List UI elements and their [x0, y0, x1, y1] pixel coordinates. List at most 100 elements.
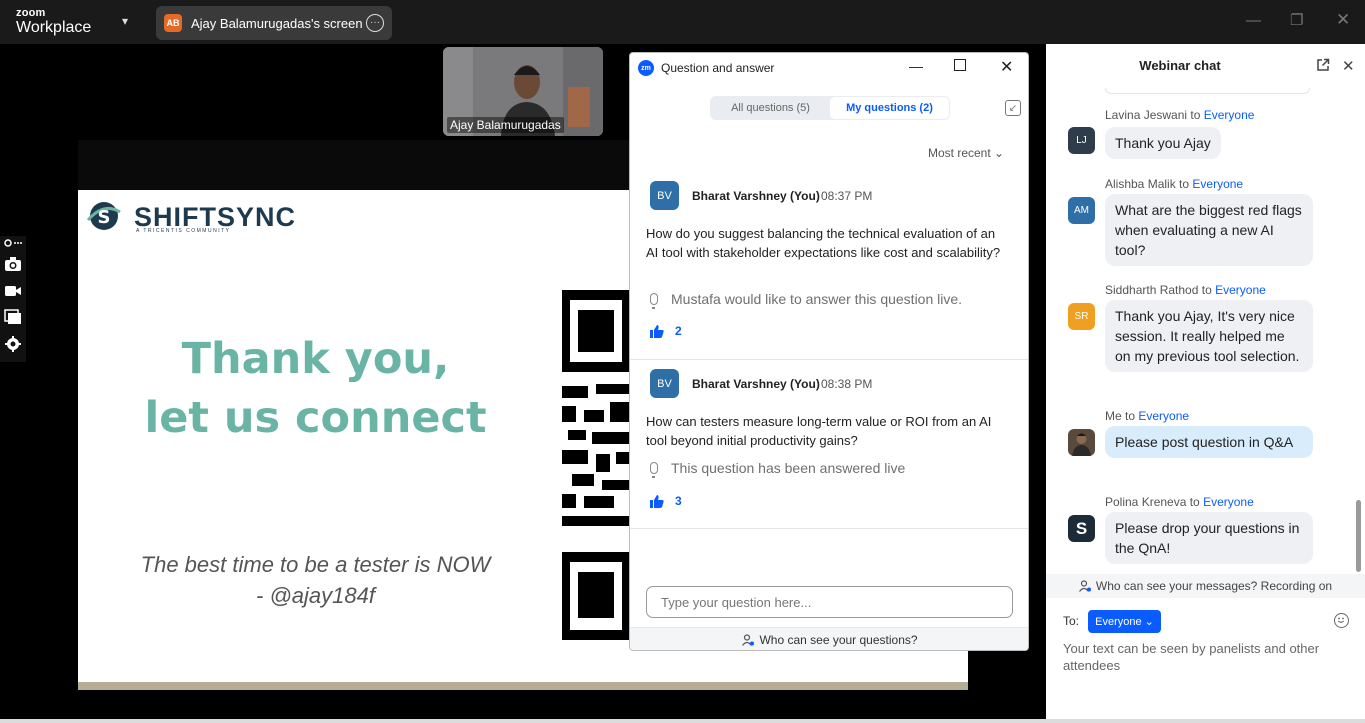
- message-sender: Me: [1105, 409, 1122, 423]
- message-recipient[interactable]: Everyone: [1138, 409, 1189, 423]
- sender-avatar: SR: [1068, 303, 1095, 330]
- chat-message-input[interactable]: Your text can be seen by panelists and o…: [1063, 640, 1353, 674]
- shared-screen-tab[interactable]: AB Ajay Balamurugadas's screen ···: [156, 6, 392, 40]
- sharer-avatar: AB: [164, 14, 182, 32]
- qa-visibility-text: Who can see your questions?: [759, 633, 918, 647]
- message-bubble: Thank you Ajay: [1105, 127, 1221, 159]
- chat-visibility-link[interactable]: Who can see your messages? Recording on: [1046, 574, 1365, 598]
- message-to-word: to: [1187, 108, 1204, 122]
- speaker-video-thumbnail[interactable]: Ajay Balamurugadas: [443, 47, 603, 136]
- pop-in-icon[interactable]: ↙: [1005, 100, 1021, 116]
- question-and-answer-window: zm Question and answer — ✕ All questions…: [629, 52, 1029, 651]
- message-header: Me to Everyone: [1105, 409, 1189, 423]
- person-privacy-icon: [742, 634, 755, 646]
- question-time: 08:38 PM: [821, 377, 873, 391]
- bottom-edge: [0, 719, 1365, 723]
- author-avatar: BV: [650, 181, 679, 210]
- video-icon[interactable]: [4, 283, 22, 299]
- zoom-logo-icon: zm: [638, 60, 654, 76]
- tab-my-questions[interactable]: My questions (2): [830, 97, 949, 119]
- message-to-word: to: [1186, 495, 1204, 509]
- question-author: Bharat Varshney (You): [692, 377, 820, 391]
- quote-line-2: - @ajay184f: [256, 583, 375, 608]
- sender-avatar: AM: [1068, 197, 1095, 224]
- screen-tab-label: Ajay Balamurugadas's screen: [191, 15, 363, 31]
- sort-dropdown[interactable]: Most recent ⌄: [928, 146, 1004, 160]
- live-answer-status: Mustafa would like to answer this questi…: [650, 291, 963, 309]
- qa-maximize-icon[interactable]: [954, 59, 966, 71]
- message-recipient[interactable]: Everyone: [1215, 283, 1266, 297]
- message-sender: Siddharth Rathod: [1105, 283, 1199, 297]
- person-privacy-icon: [1078, 580, 1091, 592]
- thumbs-up-icon: [650, 324, 664, 338]
- message-header: Alishba Malik to Everyone: [1105, 177, 1243, 191]
- question-input[interactable]: Type your question here...: [646, 586, 1013, 618]
- annotation-toolbar: [0, 236, 26, 362]
- chat-close-icon[interactable]: ✕: [1342, 57, 1355, 75]
- sender-avatar: LJ: [1068, 127, 1095, 154]
- question-item: BV Bharat Varshney (You) 08:38 PM How ca…: [630, 360, 1028, 529]
- tool-menu-icon[interactable]: [4, 238, 22, 248]
- emoji-icon[interactable]: [1334, 613, 1349, 628]
- message-bubble: What are the biggest red flags when eval…: [1105, 194, 1313, 266]
- message-header: Polina Kreneva to Everyone: [1105, 495, 1254, 509]
- smile-face-glyph: [1337, 617, 1345, 623]
- brand-small: zoom: [16, 7, 46, 19]
- upvote-button[interactable]: 3: [650, 494, 682, 508]
- maximize-icon[interactable]: ❐: [1290, 11, 1303, 29]
- message-to-word: to: [1175, 177, 1193, 191]
- message-bubble: Please drop your questions in the QnA!: [1105, 512, 1313, 564]
- message-recipient[interactable]: Everyone: [1192, 177, 1243, 191]
- close-icon[interactable]: ✕: [1336, 10, 1350, 30]
- microphone-icon: [650, 462, 658, 478]
- brand-big: Workplace: [16, 19, 92, 36]
- message-recipient[interactable]: Everyone: [1203, 495, 1254, 509]
- thumbs-up-icon: [650, 494, 664, 508]
- qa-visibility-link[interactable]: Who can see your questions?: [630, 627, 1028, 650]
- message-to-word: to: [1198, 283, 1216, 297]
- question-text: How can testers measure long-term value …: [646, 414, 992, 448]
- windows-icon[interactable]: [4, 309, 22, 325]
- author-avatar: BV: [650, 369, 679, 398]
- my-avatar: [1068, 429, 1095, 456]
- question-author: Bharat Varshney (You): [692, 189, 820, 203]
- logo-subtitle: A TRICENTIS COMMUNITY: [136, 228, 231, 234]
- message-recipient[interactable]: Everyone: [1204, 108, 1255, 122]
- chat-visibility-text: Who can see your messages? Recording on: [1095, 579, 1333, 593]
- qa-title: Question and answer: [661, 61, 775, 75]
- shiftsync-logo-icon: S: [86, 202, 121, 230]
- more-options-icon[interactable]: ···: [366, 14, 384, 32]
- qr-code: [562, 290, 630, 640]
- tab-all-questions[interactable]: All questions (5): [711, 97, 830, 119]
- thanks-line-2: let us connect: [144, 393, 487, 443]
- message-bubble: Please post question in Q&A: [1105, 426, 1313, 458]
- chat-scrollbar[interactable]: [1356, 500, 1361, 572]
- live-status-text: This question has been answered live: [671, 460, 906, 476]
- upvote-count: 2: [675, 324, 682, 338]
- popout-icon[interactable]: [1316, 58, 1330, 72]
- upvote-button[interactable]: 2: [650, 324, 682, 338]
- question-text: How do you suggest balancing the technic…: [646, 226, 1001, 260]
- qa-title-bar: zm Question and answer: [630, 53, 1028, 83]
- minimize-icon[interactable]: —: [1246, 12, 1261, 29]
- qa-minimize-icon[interactable]: —: [909, 58, 923, 74]
- zoom-workplace-logo[interactable]: zoom Workplace: [16, 8, 91, 36]
- gear-icon[interactable]: [4, 336, 22, 352]
- previous-message-edge: [1105, 88, 1310, 94]
- message-header: Lavina Jeswani to Everyone: [1105, 108, 1254, 122]
- question-time: 08:37 PM: [821, 189, 873, 203]
- question-item: BV Bharat Varshney (You) 08:37 PM How do…: [630, 171, 1028, 360]
- message-sender: Alishba Malik: [1105, 177, 1176, 191]
- user-photo-avatar: [1068, 429, 1095, 456]
- thanks-line-1: Thank you,: [181, 334, 450, 384]
- camera-icon[interactable]: [4, 256, 22, 272]
- recipient-dropdown[interactable]: Everyone ⌄: [1088, 610, 1161, 633]
- live-status-text: Mustafa would like to answer this questi…: [671, 291, 963, 307]
- qa-close-icon[interactable]: ✕: [1000, 57, 1013, 77]
- message-sender: Lavina Jeswani: [1105, 108, 1188, 122]
- chevron-down-icon[interactable]: ▾: [122, 14, 128, 28]
- live-answer-status: This question has been answered live: [650, 460, 906, 478]
- microphone-icon: [650, 293, 658, 309]
- sender-avatar: S: [1068, 515, 1095, 542]
- slide-footer-band: [78, 682, 968, 690]
